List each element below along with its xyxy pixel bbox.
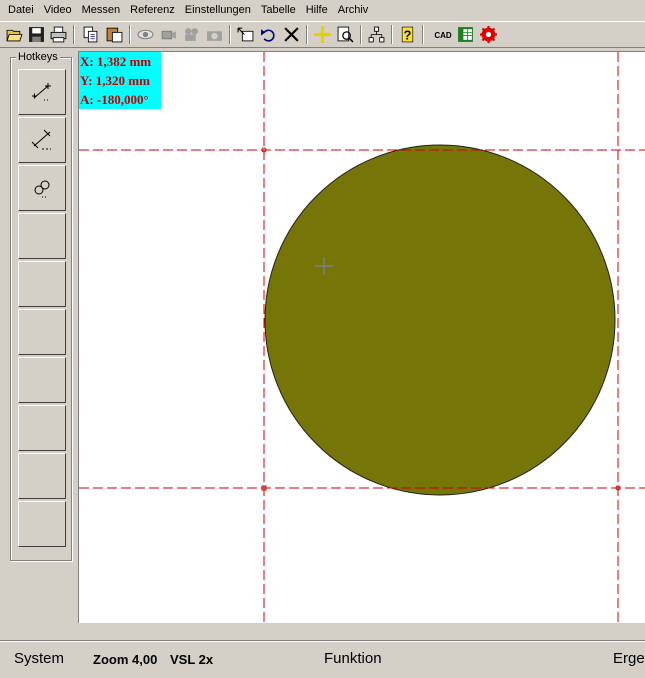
gear-icon <box>480 26 497 43</box>
hierarchy-button[interactable] <box>366 24 387 45</box>
menu-archiv[interactable]: Archiv <box>333 0 374 20</box>
magnifier-page-icon <box>337 26 354 43</box>
spreadsheet-icon <box>458 27 473 42</box>
status-ergebnis: Erge <box>613 650 645 667</box>
status-vsl: VSL 2x <box>170 652 214 667</box>
close-icon <box>284 27 299 42</box>
crosshair-icon <box>314 26 331 43</box>
readout-y: Y: 1,320 mm <box>80 73 150 88</box>
distance-measure-icon <box>31 129 51 150</box>
toolbar-separator <box>229 25 231 44</box>
hotkeys-title: Hotkeys <box>16 51 60 63</box>
eye-icon <box>137 29 154 40</box>
hotkey-distance-button[interactable] <box>18 117 66 163</box>
video-camera-icon <box>161 30 176 40</box>
cad-label: CAD <box>434 31 452 40</box>
menu-bar: Datei Video Messen Referenz Einstellunge… <box>0 0 645 20</box>
excel-export-button[interactable] <box>455 24 476 45</box>
toolbar-separator <box>129 25 131 44</box>
settings-button[interactable] <box>478 24 499 45</box>
hotkeys-panel <box>10 57 72 561</box>
hotkey-empty-button[interactable] <box>18 501 66 547</box>
status-funktion: Funktion <box>324 650 382 667</box>
cad-button[interactable]: CAD <box>430 24 455 45</box>
toolbar: ? CAD <box>0 21 645 48</box>
save-button[interactable] <box>26 24 47 45</box>
view-button[interactable] <box>135 24 156 45</box>
hotkey-empty-button[interactable] <box>18 309 66 355</box>
hotkey-empty-button[interactable] <box>18 261 66 307</box>
toolbar-separator <box>360 25 362 44</box>
copy-icon <box>83 26 98 43</box>
circle-measure-icon <box>34 180 50 198</box>
menu-referenz[interactable]: Referenz <box>125 0 180 20</box>
snapshot-button[interactable] <box>204 24 225 45</box>
preview-button[interactable] <box>335 24 356 45</box>
print-button[interactable] <box>48 24 69 45</box>
menu-tabelle[interactable]: Tabelle <box>256 0 301 20</box>
camera-button[interactable] <box>158 24 179 45</box>
hotkey-circle-button[interactable] <box>18 165 66 211</box>
copy-button[interactable] <box>80 24 101 45</box>
toolbar-separator <box>391 25 393 44</box>
hotkey-empty-button[interactable] <box>18 357 66 403</box>
toolbar-separator <box>422 25 424 44</box>
status-bar: System Zoom 4,00 VSL 2x Funktion Erge <box>0 640 645 678</box>
menu-einstellungen[interactable]: Einstellungen <box>180 0 256 20</box>
paste-button[interactable] <box>104 24 125 45</box>
open-folder-icon <box>6 29 23 42</box>
menu-video[interactable]: Video <box>39 0 77 20</box>
hotkey-empty-button[interactable] <box>18 213 66 259</box>
undo-icon <box>261 29 275 42</box>
menu-hilfe[interactable]: Hilfe <box>301 0 333 20</box>
photo-camera-icon <box>207 31 222 41</box>
menu-datei[interactable]: Datei <box>0 0 39 20</box>
help-icon: ? <box>401 26 414 42</box>
film-reel-icon <box>185 28 198 41</box>
measurement-canvas[interactable]: X: 1,382 mm Y: 1,320 mm A: -180,000° <box>78 51 645 623</box>
hotkey-empty-button[interactable] <box>18 453 66 499</box>
menu-messen[interactable]: Messen <box>77 0 126 20</box>
printer-icon <box>50 26 67 43</box>
readout-angle: A: -180,000° <box>80 92 149 107</box>
toolbar-separator <box>73 25 75 44</box>
floppy-disk-icon <box>29 27 44 42</box>
paste-icon <box>106 27 123 43</box>
record-button[interactable] <box>181 24 202 45</box>
measurement-view <box>79 52 645 623</box>
status-system: System <box>14 650 65 667</box>
help-button[interactable]: ? <box>397 24 418 45</box>
canvas-bottom-edge <box>78 623 645 629</box>
hotkey-empty-button[interactable] <box>18 405 66 451</box>
reference-icon <box>237 27 254 42</box>
svg-text:?: ? <box>404 27 412 42</box>
open-folder-button[interactable] <box>4 24 25 45</box>
hierarchy-icon <box>368 26 385 43</box>
hotkey-point-button[interactable] <box>18 69 66 115</box>
cad-icon: CAD <box>434 31 452 40</box>
readout-x: X: 1,382 mm <box>80 54 152 69</box>
crosshair-button[interactable] <box>312 24 333 45</box>
toolbar-separator <box>306 25 308 44</box>
point-measure-icon <box>32 83 51 101</box>
reference-button[interactable] <box>235 24 256 45</box>
delete-button[interactable] <box>281 24 302 45</box>
measured-circle[interactable] <box>264 144 616 496</box>
coordinate-readout: X: 1,382 mm Y: 1,320 mm A: -180,000° <box>79 52 161 109</box>
undo-button[interactable] <box>258 24 279 45</box>
status-zoom: Zoom 4,00 <box>93 652 158 667</box>
